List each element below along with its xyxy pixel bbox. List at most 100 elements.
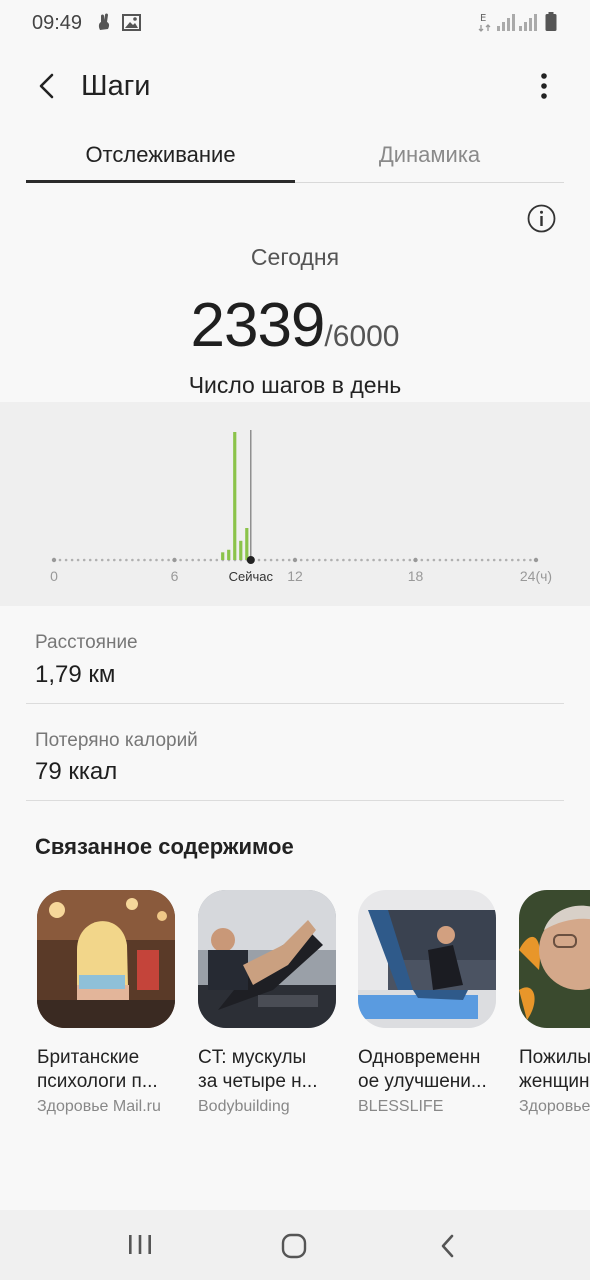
tab-tracking[interactable]: Отслеживание [26, 142, 295, 168]
related-content-title: Связанное содержимое [35, 834, 294, 859]
tick-dot [533, 557, 539, 563]
info-button[interactable] [527, 204, 556, 233]
baseline-dot [287, 558, 291, 562]
divider [26, 703, 564, 704]
x-tick-label: 12 [287, 568, 303, 584]
baseline-dot [161, 558, 164, 562]
data-e-icon: E [478, 12, 492, 32]
navigation-bar [0, 1210, 590, 1280]
chart-bar [245, 528, 249, 560]
article-title-line2: за четыре н... [198, 1071, 318, 1092]
baseline-dot [529, 558, 532, 562]
baseline-dot [119, 558, 122, 562]
steps-chart: 0 6 12 18 24(ч) Сейчас [50, 430, 552, 584]
baseline-dot [402, 558, 406, 562]
baseline-dot [420, 558, 424, 562]
baseline-dot [468, 558, 472, 562]
article-source: Bodybuilding [198, 1098, 290, 1115]
chart-bar [233, 432, 237, 560]
baseline-dot [523, 558, 526, 562]
article-title-line2: психологи п... [37, 1071, 158, 1092]
baseline-dot [444, 558, 448, 562]
baseline-dot [360, 558, 363, 562]
baseline-dot [64, 558, 68, 562]
baseline-dot [384, 558, 387, 562]
article-thumbnail [519, 890, 590, 1028]
baseline-dot [263, 558, 267, 562]
tab-dynamics[interactable]: Динамика [295, 142, 564, 168]
divider [26, 800, 564, 801]
related-card[interactable]: Британские психологи п... Здоровье Mail.… [37, 890, 177, 1116]
steps-value: 2339 [190, 291, 325, 360]
baseline-dot [504, 558, 508, 562]
x-tick-label: 18 [408, 568, 424, 584]
article-thumbnail [37, 890, 175, 1028]
status-time: 09:49 [32, 12, 83, 34]
home-button[interactable] [280, 1232, 308, 1260]
baseline-dot [372, 558, 375, 562]
baseline-dot [203, 558, 207, 562]
x-tick-label: 6 [171, 568, 179, 584]
steps-goal: /6000 [324, 320, 400, 353]
battery-icon [545, 12, 557, 32]
distance-label: Расстояние [35, 632, 138, 653]
baseline-dot [438, 558, 442, 562]
nav-back-button[interactable] [436, 1232, 460, 1260]
baseline-dot [426, 558, 430, 562]
baseline-dot [94, 558, 98, 562]
baseline-dot [257, 558, 261, 562]
baseline-dot [450, 558, 454, 562]
hand-notification-icon [95, 12, 113, 32]
baseline-dot [324, 558, 327, 562]
related-card[interactable]: Пожилы женщин Здоровье [519, 890, 590, 1116]
info-icon [527, 204, 556, 233]
svg-text:E: E [480, 13, 486, 24]
home-icon [281, 1233, 307, 1259]
baseline-dot [209, 558, 213, 562]
baseline-dot [342, 558, 345, 562]
x-tick-label: 0 [50, 568, 58, 584]
baseline-dot [269, 558, 273, 562]
more-vert-icon [541, 73, 547, 99]
baseline-dot [474, 558, 478, 562]
related-card[interactable]: CT: мускулы за четыре н... Bodybuilding [198, 890, 338, 1116]
signal-icon [496, 12, 516, 32]
recent-apps-button[interactable] [126, 1232, 154, 1258]
x-tick-label: 24(ч) [520, 568, 552, 584]
baseline-dot [281, 558, 285, 562]
steps-count: 2339/6000 [0, 290, 590, 361]
tab-active-indicator [26, 180, 295, 183]
article-thumbnail [358, 890, 496, 1028]
baseline-dot [131, 558, 134, 562]
baseline-dot [462, 558, 466, 562]
baseline-dot [185, 558, 188, 562]
article-source: BLESSLIFE [358, 1098, 444, 1115]
article-source: Здоровье [519, 1098, 590, 1115]
baseline-dot [378, 558, 381, 562]
article-source: Здоровье Mail.ru [37, 1098, 161, 1115]
baseline-dot [125, 558, 128, 562]
baseline-dot [197, 558, 200, 562]
more-options-button[interactable] [528, 70, 560, 102]
baseline-dot [486, 558, 490, 562]
article-title-line2: женщин [519, 1071, 590, 1092]
baseline-dot [88, 558, 92, 562]
baseline-dot [354, 558, 357, 562]
article-title: CT: мускулы [198, 1047, 307, 1068]
baseline-dot [143, 558, 146, 562]
baseline-dot [82, 558, 86, 562]
baseline-dot [167, 558, 170, 562]
back-button[interactable] [30, 68, 66, 104]
tick-dot [292, 557, 298, 563]
chart-bar [239, 540, 243, 560]
article-title: Одновременн [358, 1047, 481, 1068]
recent-apps-icon [129, 1235, 151, 1254]
calories-value: 79 ккал [35, 758, 118, 785]
distance-value: 1,79 км [35, 661, 116, 688]
image-notification-icon [122, 12, 141, 32]
back-arrow-icon [39, 73, 54, 99]
page-title: Шаги [81, 70, 151, 102]
related-card[interactable]: Одновременн ое улучшени... BLESSLIFE [358, 890, 498, 1116]
signal-icon-2 [518, 12, 538, 32]
baseline-dot [480, 558, 484, 562]
